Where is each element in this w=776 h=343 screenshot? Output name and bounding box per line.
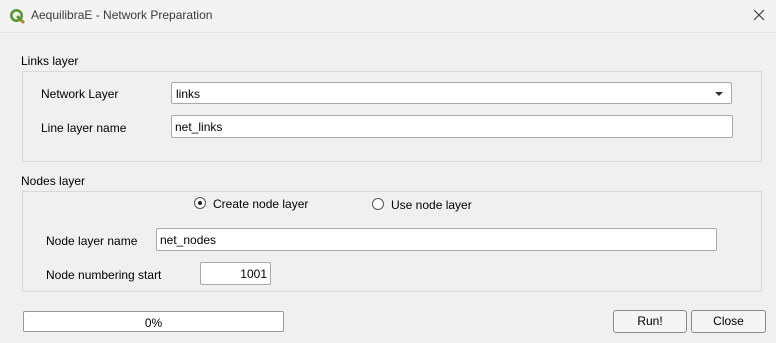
progress-bar: 0%	[23, 311, 284, 332]
create-node-layer-label[interactable]: Create node layer	[213, 197, 308, 211]
network-layer-label: Network Layer	[41, 87, 119, 101]
qgis-icon	[9, 8, 25, 24]
node-numbering-start-input[interactable]	[200, 262, 271, 285]
node-numbering-start-label: Node numbering start	[46, 268, 162, 282]
links-layer-section-title: Links layer	[21, 54, 79, 68]
create-node-layer-radio[interactable]	[194, 197, 206, 209]
title-bar: AequilibraE - Network Preparation	[0, 0, 776, 33]
chevron-down-icon	[715, 92, 723, 96]
window-title: AequilibraE - Network Preparation	[31, 8, 213, 22]
nodes-layer-group: Create node layer Use node layer Node la…	[22, 191, 762, 292]
close-icon[interactable]	[749, 5, 769, 25]
nodes-layer-section-title: Nodes layer	[21, 174, 86, 188]
line-layer-name-label: Line layer name	[41, 121, 127, 135]
line-layer-name-input[interactable]	[171, 115, 733, 138]
close-button[interactable]: Close	[691, 310, 766, 333]
use-node-layer-radio[interactable]	[372, 198, 384, 210]
network-layer-combo-value: links	[176, 87, 201, 101]
use-node-layer-label[interactable]: Use node layer	[391, 198, 472, 212]
network-layer-combo[interactable]: links	[171, 82, 732, 104]
run-button[interactable]: Run!	[613, 310, 687, 333]
progress-text: 0%	[144, 316, 163, 330]
node-layer-name-label: Node layer name	[46, 234, 138, 248]
links-layer-group: Network Layer links Line layer name	[22, 71, 762, 162]
node-layer-name-input[interactable]	[156, 228, 717, 251]
